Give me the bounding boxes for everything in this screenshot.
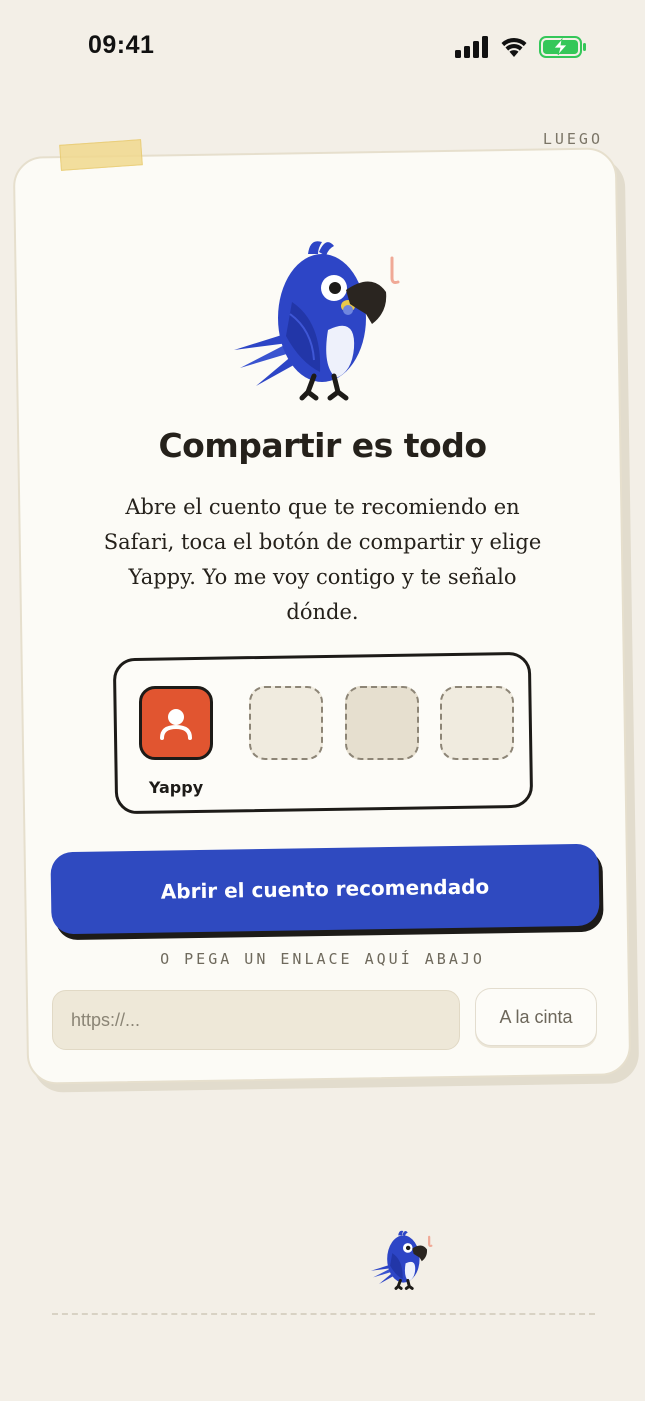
add-to-tape-button[interactable]: A la cinta [475,988,597,1046]
dashed-divider [52,1313,595,1315]
paste-link-hint: O PEGA UN ENLACE AQUÍ ABAJO [160,950,485,968]
empty-app-slot [345,686,419,760]
yappy-app-tile [139,686,213,760]
status-icons [455,36,587,58]
status-time: 09:41 [88,31,155,59]
empty-app-slot [249,686,323,760]
instructions-text: Abre el cuento que te recomiendo en Safa… [103,495,542,624]
skip-button[interactable]: LUEGO [543,130,603,148]
wifi-icon [501,37,527,57]
page-title: Compartir es todo [158,426,487,465]
url-input[interactable] [52,990,460,1050]
signal-icon [455,36,488,58]
open-recommended-story-button[interactable]: Abrir el cuento recomendado [50,843,600,935]
battery-charging-icon [539,36,586,58]
empty-app-slot [440,686,514,760]
parrot-mascot-icon [370,1230,433,1290]
parrot-mascot-icon [234,241,400,401]
yappy-app-label: Yappy [148,778,204,797]
status-bar: 09:41 [0,0,645,90]
user-icon [160,709,192,740]
